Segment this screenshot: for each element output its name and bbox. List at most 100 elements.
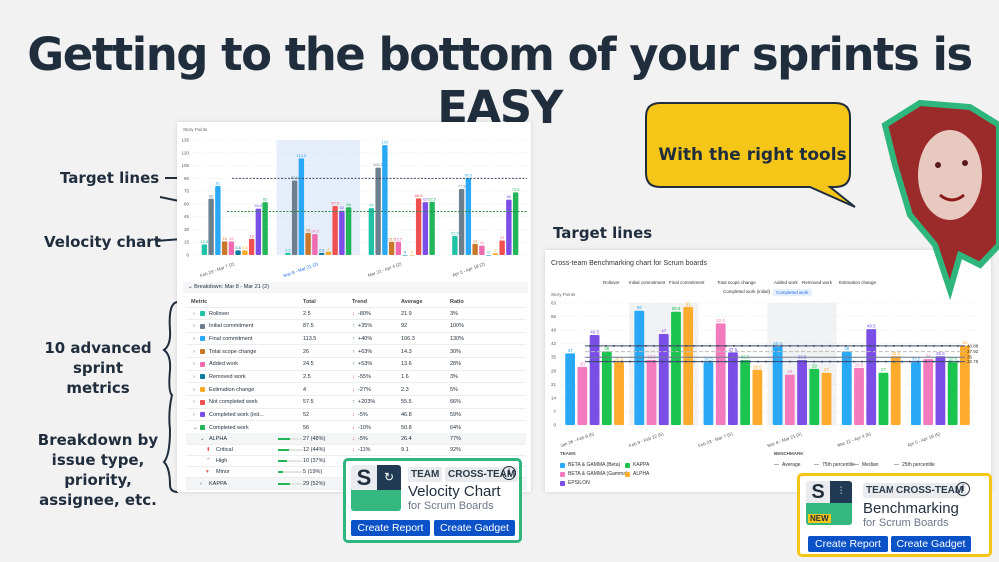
create-report-button[interactable]: Create Report (351, 520, 430, 536)
benchmark-marker (789, 360, 791, 363)
metric-average: 106.3 (401, 335, 415, 342)
benchmark-legend-icon: — (894, 462, 899, 468)
info-icon[interactable]: i (956, 482, 970, 496)
legend-item[interactable]: KAPPA (625, 462, 649, 468)
legend-item[interactable]: BETA & GAMMA (Beta) (560, 462, 620, 468)
data-label: 34 (926, 354, 932, 359)
data-label: 54.5 (254, 203, 263, 208)
legend-item[interactable]: BETA & GAMMA (Gamma) (560, 471, 628, 477)
metric-total: 2.5 (303, 373, 311, 380)
y-tick-label: 0 (186, 253, 189, 258)
table-row[interactable]: › Completed work (init... 52 ↓ -5% 46.8 59% (186, 409, 526, 422)
metric-name: Added work (209, 361, 239, 368)
create-report-button[interactable]: Create Report (808, 536, 888, 552)
person-photo (881, 99, 999, 301)
benchmark-marker (773, 360, 775, 363)
table-row[interactable]: › Not completed work 57.5 ↑ +203% 55.5 66% (186, 397, 526, 409)
breakdown-total: 5 (19%) (303, 468, 323, 475)
data-label: 27 (881, 367, 887, 372)
table-row[interactable]: › Initial commitment 87.5 ↑ +35% 92 100% (186, 321, 526, 333)
table-row[interactable]: › Total scope change 26 ↑ +63% 14.3 30% (186, 346, 526, 358)
bar (458, 188, 465, 255)
benchmark-value-label: 40.88 (967, 343, 979, 348)
benchmarking-app-logo: S ⫶ NEW (806, 481, 852, 525)
share-bar-fill (278, 471, 283, 473)
table-row[interactable]: › Estimation change 4 ↓ -27% 2.3 5% (186, 384, 526, 397)
breakdown-average: 9.1 (401, 446, 409, 453)
bar (208, 198, 214, 255)
y-axis-label: Story Points (183, 127, 208, 132)
column-header: Metric (191, 298, 208, 305)
card-title: Benchmarking (863, 500, 959, 517)
y-tick-label: 28 (551, 368, 557, 373)
data-label: 55 (369, 203, 374, 208)
critical-priority-icon: ⬆ (206, 446, 211, 453)
bar (395, 241, 402, 255)
y-tick-label: 56 (551, 314, 557, 319)
data-label: 19 (249, 233, 254, 238)
table-row[interactable]: › Added work 24.5 ↑ +53% 13.6 28% (186, 359, 526, 371)
table-row[interactable]: › Removed work 2.5 ↓ -55% 1.6 3% (186, 371, 526, 384)
bar (854, 367, 864, 425)
create-gadget-button[interactable]: Create Gadget (891, 536, 971, 552)
bar (312, 234, 318, 255)
bar (215, 186, 221, 255)
metric-color-swatch (200, 412, 205, 418)
table-row[interactable]: › Rollover 2.5 ↓ -80% 21.9 3% (186, 308, 526, 320)
metric-average: 14.3 (401, 348, 412, 355)
benchmark-marker (621, 360, 623, 363)
benchmark-marker (837, 344, 839, 347)
benchmarking-card: S ⫶ NEW TEAM CROSS-TEAM i Benchmarking f… (797, 473, 992, 557)
metric-trend: -55% (358, 373, 371, 380)
legend-item[interactable]: ALPHA (625, 471, 649, 477)
bar (947, 362, 958, 425)
breakdown-toggle[interactable]: ⌄ Breakdown: Mar 8 - Mar 21 (2) (183, 282, 528, 293)
create-gadget-button[interactable]: Create Gadget (434, 520, 515, 536)
benchmark-marker (805, 344, 807, 347)
metric-ratio: 28% (450, 361, 462, 368)
share-bar-fill (278, 438, 290, 440)
benchmark-marker (645, 360, 647, 363)
bar (715, 323, 726, 425)
metric-color-swatch (200, 336, 205, 342)
table-row[interactable]: › Final commitment 113.5 ↑ +40% 106.3 130% (186, 333, 526, 346)
metric-total: 24.5 (303, 361, 314, 368)
bar (703, 362, 714, 425)
metric-trend: -27% (358, 386, 371, 393)
info-icon[interactable]: i (502, 466, 516, 480)
benchmark-marker (885, 360, 887, 363)
metric-name: Rollover (209, 310, 230, 317)
high-priority-icon: ⌃ (206, 457, 211, 464)
bar (841, 351, 852, 425)
benchmark-marker (653, 360, 655, 363)
benchmark-legend-icon: — (854, 462, 859, 468)
benchmark-legend-item: —75th percentile (814, 462, 855, 468)
benchmark-marker (693, 344, 695, 347)
arrow-down-icon: ↓ (352, 411, 355, 418)
velocity-chart: Story Points 0 15 30 45 60 75 90 105 120 135 12.5 66… (181, 127, 527, 278)
bar (565, 353, 576, 425)
benchmark-marker (949, 360, 951, 363)
data-label: 49.5 (867, 324, 876, 329)
benchmark-marker (597, 344, 599, 347)
legend-item[interactable]: EPSILON (560, 480, 590, 486)
bar (485, 255, 492, 256)
arrow-down-icon: ↓ (352, 435, 355, 442)
benchmark-marker (789, 344, 791, 347)
bar (345, 207, 352, 255)
benchmark-marker (709, 344, 711, 347)
y-tick-label: 7 (553, 409, 556, 414)
metric-trend: -80% (358, 310, 371, 317)
benchmark-marker (933, 360, 935, 363)
benchmark-marker (589, 344, 591, 347)
benchmark-marker (741, 360, 743, 363)
bar (422, 202, 429, 255)
y-tick-label: 0 (553, 423, 556, 428)
benchmark-legend-item: — Median (854, 462, 878, 468)
y-tick-label: 120 (181, 150, 189, 155)
teams-legend-title: TEAMS (560, 451, 576, 456)
bar (368, 208, 375, 255)
y-tick-label: 21 (551, 382, 557, 387)
breakdown-total: 29 (52%) (303, 480, 326, 487)
expand-chevron-icon: › (193, 310, 195, 317)
